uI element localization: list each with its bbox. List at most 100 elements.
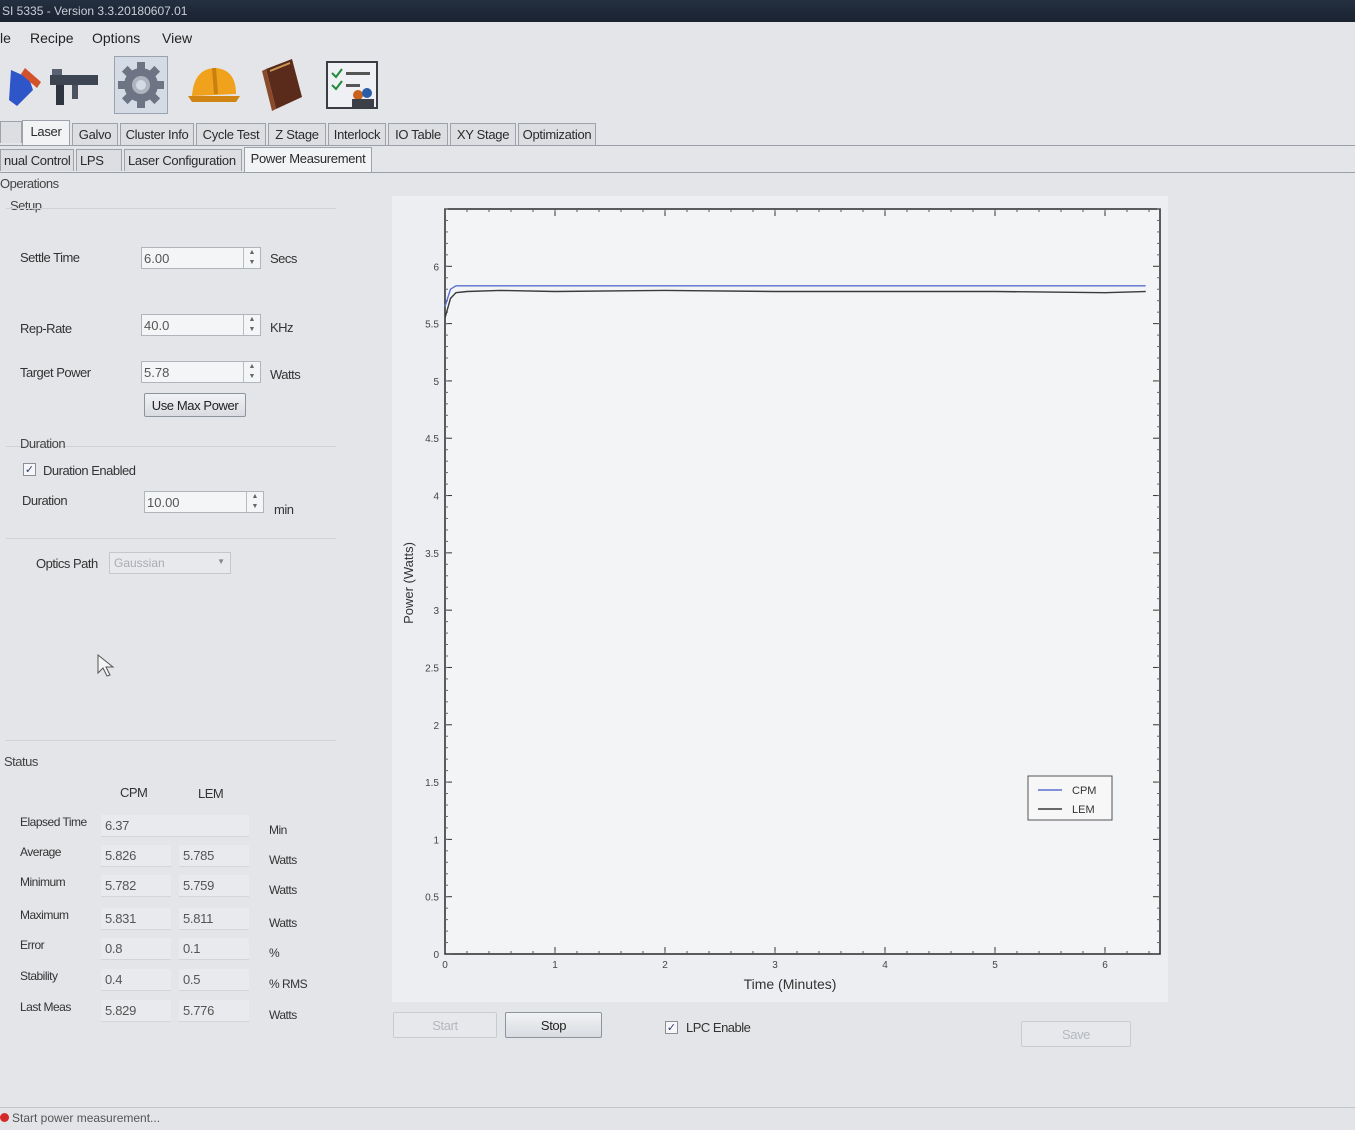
status-cpm-value: 0.4 [101,969,171,991]
safety-tool-button[interactable] [186,56,240,114]
y-tick-label: 6 [433,262,439,273]
tab-xy-stage[interactable]: XY Stage [450,123,516,145]
tab-z-stage[interactable]: Z Stage [268,123,326,145]
tab-optimization[interactable]: Optimization [518,123,596,145]
status-cpm-value: 5.826 [101,845,171,867]
tab-blank[interactable] [0,121,22,143]
status-cpm-value: 5.831 [101,908,171,930]
duration-spinbox[interactable]: ▲▼ [144,491,264,513]
status-row-unit: % [269,946,280,960]
rep-rate-input[interactable] [142,315,242,335]
status-cpm-value: 6.37 [101,815,249,837]
setup-divider [6,208,336,209]
status-row-label: Average [20,845,61,859]
rep-rate-label: Rep-Rate [20,321,72,336]
menu-bar: le Recipe Options View [0,26,1355,50]
start-button[interactable]: Start [393,1012,497,1038]
duration-enabled-checkbox[interactable]: ✓ [23,463,36,476]
tab-power-measurement[interactable]: Power Measurement [244,147,372,172]
target-power-spinbox[interactable]: ▲▼ [141,361,261,383]
status-row-unit: Min [269,823,287,837]
gear-tool-button[interactable] [114,56,168,114]
x-tick-label: 1 [552,960,558,971]
y-tick-label: 1.5 [425,778,439,789]
tab-lps[interactable]: LPS [76,149,122,171]
status-bar: Start power measurement... [0,1107,1355,1130]
duration-label: Duration [22,493,68,508]
status-divider [6,740,336,741]
checklist-tool-button[interactable] [324,56,378,114]
operations-group-title: Operations [0,176,59,191]
caliper-tool-button[interactable] [46,56,100,114]
y-tick-label: 1 [433,835,439,846]
y-tick-label: 5.5 [425,320,439,331]
tab-laser-configuration[interactable]: Laser Configuration [124,149,242,171]
duration-unit: min [274,502,294,517]
tab-galvo[interactable]: Galvo [72,123,118,145]
tab-interlock[interactable]: Interlock [328,123,386,145]
settle-time-spinbox[interactable]: ▲▼ [141,247,261,269]
status-cpm-value: 5.829 [101,1000,171,1022]
tab-cycle-test[interactable]: Cycle Test [196,123,266,145]
x-tick-label: 4 [882,960,888,971]
status-lem-value: 5.785 [179,845,249,867]
status-lem-value: 5.776 [179,1000,249,1022]
spin-arrows-icon[interactable]: ▲ ▼ [243,315,260,335]
status-row-unit: % RMS [269,977,308,991]
menu-file[interactable]: le [0,26,11,50]
caliper-icon [50,69,98,105]
legend-label: CPM [1072,785,1096,797]
status-col-cpm: CPM [120,785,148,800]
settle-time-unit: Secs [270,251,297,266]
status-row-unit: Watts [269,853,297,867]
duration-input[interactable] [145,492,245,512]
optics-path-value: Gaussian [114,556,165,570]
save-button[interactable]: Save [1021,1021,1131,1047]
mouse-cursor-icon [97,654,115,677]
settle-time-input[interactable] [142,248,242,268]
hard-hat-icon [188,67,240,102]
target-power-input[interactable] [142,362,242,382]
status-group-title: Status [4,754,38,769]
use-max-power-button[interactable]: Use Max Power [144,393,246,417]
manual-tool-button[interactable] [256,56,310,114]
menu-options[interactable]: Options [92,26,140,50]
status-row-label: Stability [20,969,58,983]
spin-arrows-icon[interactable]: ▲ ▼ [243,362,260,382]
window-title: SI 5335 - Version 3.3.20180607.01 [2,4,188,18]
spin-arrows-icon[interactable]: ▲ ▼ [243,248,260,268]
optics-path-label: Optics Path [36,556,98,571]
rep-rate-spinbox[interactable]: ▲▼ [141,314,261,336]
tab-laser[interactable]: Laser [22,120,70,145]
x-tick-label: 2 [662,960,668,971]
y-tick-label: 2 [433,721,439,732]
tab-manual-control[interactable]: nual Control [0,149,74,171]
x-axis-label: Time (Minutes) [744,976,837,992]
status-lem-value: 5.759 [179,875,249,897]
menu-view[interactable]: View [162,26,192,50]
status-row-label: Last Meas [20,1000,71,1014]
chart-legend [1027,775,1113,821]
menu-recipe[interactable]: Recipe [30,26,74,50]
setup-group-title: Setup [10,198,42,213]
status-col-lem: LEM [198,786,224,801]
status-message: Start power measurement... [12,1111,161,1125]
status-lem-value: 5.811 [179,908,249,930]
window-title-bar: SI 5335 - Version 3.3.20180607.01 [0,0,1355,22]
x-tick-label: 3 [772,960,778,971]
optics-path-dropdown[interactable]: Gaussian ▼ [109,552,231,574]
lpc-enable-checkbox[interactable]: ✓ [665,1021,678,1034]
duration-enabled-label: Duration Enabled [43,463,136,478]
spin-arrows-icon[interactable]: ▲ ▼ [246,492,263,512]
x-tick-label: 6 [1102,960,1108,971]
tab-io-table[interactable]: IO Table [388,123,448,145]
status-row-unit: Watts [269,916,297,930]
y-tick-label: 4 [433,492,439,503]
y-tick-label: 0 [433,950,439,961]
status-cpm-value: 0.8 [101,938,171,960]
stop-button[interactable]: Stop [505,1012,602,1038]
target-power-label: Target Power [20,365,91,380]
power-chart: 0 1 2 3 4 5 600.511.522.533.544.555.56 CPMLEM … [401,208,1161,992]
status-row-unit: Watts [269,1008,297,1022]
tab-cluster-info[interactable]: Cluster Info [120,123,194,145]
